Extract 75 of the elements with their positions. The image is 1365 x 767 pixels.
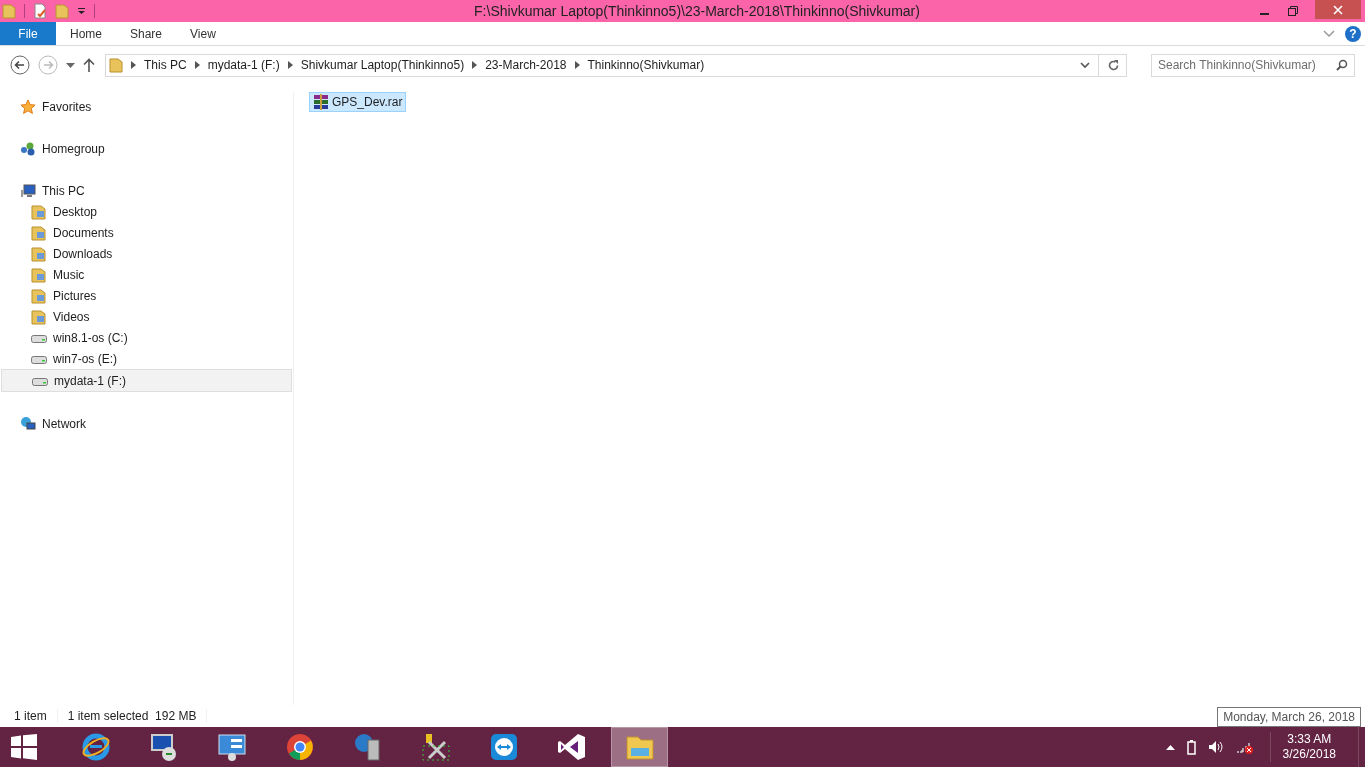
- close-button[interactable]: [1315, 0, 1361, 19]
- chevron-icon[interactable]: [472, 61, 478, 69]
- folder-icon: [31, 203, 47, 220]
- expand-ribbon-icon[interactable]: [1323, 29, 1335, 38]
- sidebar-item[interactable]: Favorites: [1, 96, 292, 117]
- control-panel-icon: [216, 732, 247, 762]
- drive-icon: [32, 375, 48, 386]
- network-icon: [20, 415, 36, 432]
- breadcrumb[interactable]: Thinkinno(Shivkumar): [587, 58, 705, 72]
- breadcrumb[interactable]: Shivkumar Laptop(Thinkinno5): [300, 58, 465, 72]
- help-button[interactable]: ?: [1345, 25, 1361, 42]
- folder-icon: [109, 57, 123, 73]
- folder-icon: [31, 287, 47, 304]
- item-count: 1 item: [14, 709, 47, 723]
- sidebar-item[interactable]: Documents: [1, 222, 292, 243]
- ribbon-tab[interactable]: Home: [56, 22, 116, 45]
- dropdown-icon[interactable]: [1080, 61, 1090, 69]
- properties-icon[interactable]: [33, 3, 47, 19]
- chevron-icon[interactable]: [287, 61, 293, 69]
- search-field[interactable]: Search Thinkinno(Shivkumar): [1151, 53, 1355, 77]
- up-arrow-icon[interactable]: [83, 58, 95, 72]
- ribbon-tab[interactable]: View: [176, 22, 230, 45]
- window-title: F:\Shivkumar Laptop(Thinkinno5)\23-March-2018\Thinkinno(Shivkumar): [473, 3, 921, 19]
- clock[interactable]: 3:33 AM 3/26/2018: [1269, 732, 1346, 762]
- sidebar-item[interactable]: Pictures: [1, 285, 292, 306]
- drive-icon: [31, 332, 47, 343]
- breadcrumb[interactable]: mydata-1 (F:): [207, 58, 280, 72]
- sidebar-item[interactable]: win8.1-os (C:): [1, 327, 292, 348]
- recent-dropdown-icon[interactable]: [66, 62, 75, 68]
- windows-logo-icon[interactable]: [11, 734, 37, 760]
- sidebar-item[interactable]: Homegroup: [1, 138, 292, 159]
- sidebar-item[interactable]: mydata-1 (F:): [1, 369, 292, 392]
- address-bar[interactable]: This PC mydata-1 (F:) Shivkumar Laptop(Thinkinno5) 23-March-2018 Thinkinno(Shivkumar): [105, 53, 1127, 77]
- sidebar-item[interactable]: Music: [1, 264, 292, 285]
- speaker-icon[interactable]: [1207, 740, 1224, 754]
- sidebar-item[interactable]: Desktop: [1, 201, 292, 222]
- folder-icon: [31, 308, 47, 325]
- homegroup-icon: [20, 140, 36, 157]
- ribbon-tab[interactable]: File: [0, 22, 56, 45]
- folder-icon: [31, 266, 47, 283]
- search-icon: [1336, 59, 1348, 71]
- folder-icon: [31, 245, 47, 262]
- selection-info: 1 item selected 192 MB: [67, 709, 197, 723]
- chevron-icon[interactable]: [131, 61, 136, 69]
- breadcrumb[interactable]: 23-March-2018: [485, 58, 567, 72]
- drive-icon: [31, 353, 47, 364]
- caret-up-icon[interactable]: [1165, 744, 1175, 750]
- archive-icon: [313, 94, 329, 110]
- ribbon-tab[interactable]: Share: [116, 22, 177, 45]
- sidebar-item[interactable]: Downloads: [1, 243, 292, 264]
- date-tooltip: Monday, March 26, 2018: [1217, 707, 1361, 727]
- computer-icon: [20, 182, 36, 199]
- sidebar-item[interactable]: This PC: [1, 180, 292, 201]
- browser-e-icon: [80, 732, 111, 762]
- close-icon: [1332, 3, 1344, 16]
- teamviewer-icon: [488, 732, 519, 762]
- sidebar-item[interactable]: win7-os (E:): [1, 348, 292, 369]
- sidebar-item[interactable]: Videos: [1, 306, 292, 327]
- restore-icon[interactable]: [1287, 5, 1299, 17]
- visual-studio-icon: [556, 732, 587, 762]
- remote-desktop-icon: [148, 732, 179, 762]
- file-item[interactable]: GPS_Dev.rar: [309, 92, 407, 112]
- chrome-icon: [284, 732, 315, 762]
- breadcrumb[interactable]: This PC: [144, 58, 187, 72]
- refresh-icon[interactable]: [1107, 58, 1120, 72]
- tools-icon: [420, 732, 451, 762]
- sidebar-item[interactable]: Network: [1, 413, 292, 434]
- star-icon: [20, 98, 36, 115]
- battery-icon[interactable]: [1186, 739, 1196, 755]
- chevron-icon[interactable]: [194, 61, 200, 69]
- dropdown-icon[interactable]: [77, 7, 86, 15]
- network-error-icon[interactable]: [1235, 740, 1254, 754]
- chevron-icon[interactable]: [574, 61, 580, 69]
- back-icon[interactable]: [10, 55, 30, 75]
- folder-icon: [31, 224, 47, 241]
